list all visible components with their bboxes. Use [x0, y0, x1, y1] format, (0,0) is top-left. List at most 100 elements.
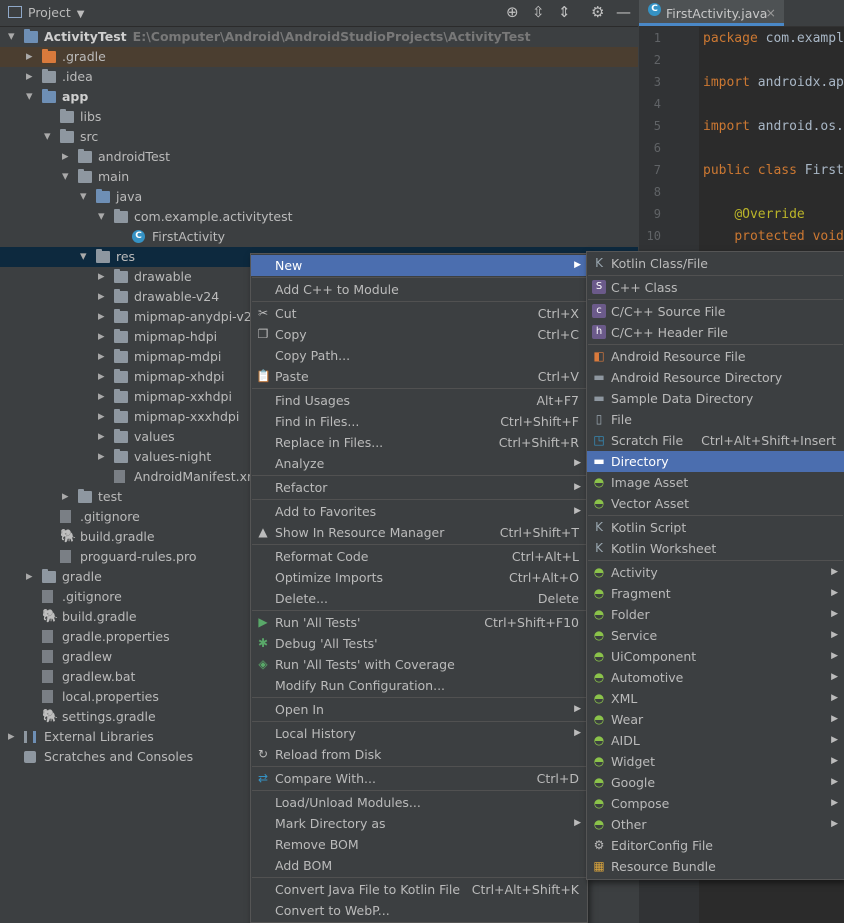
menu-item-kotlin-script[interactable]: K Kotlin Script	[587, 517, 844, 538]
chevron-right-icon[interactable]: ▸	[98, 327, 105, 347]
menu-item-add-c-to-module[interactable]: Add C++ to Module	[251, 279, 587, 300]
menu-item-other[interactable]: ◓ Other ▶	[587, 814, 844, 835]
menu-item-google[interactable]: ◓ Google ▶	[587, 772, 844, 793]
chevron-right-icon[interactable]: ▸	[26, 47, 33, 67]
tree-row[interactable]: ▾ com.example.activitytest	[0, 207, 638, 227]
menu-item-run-all-tests-with-coverage[interactable]: ◈ Run 'All Tests' with Coverage	[251, 654, 587, 675]
menu-item-show-in-resource-manager[interactable]: ▲ Show In Resource Manager Ctrl+Shift+T	[251, 522, 587, 543]
menu-item-c-c-source-file[interactable]: c C/C++ Source File	[587, 301, 844, 322]
tree-row[interactable]: C FirstActivity	[0, 227, 638, 247]
tree-row[interactable]: ▾ java	[0, 187, 638, 207]
menu-item-refactor[interactable]: Refactor ▶	[251, 477, 587, 498]
chevron-down-icon[interactable]: ▾	[80, 187, 87, 207]
chevron-right-icon[interactable]: ▸	[62, 487, 69, 507]
chevron-right-icon[interactable]: ▸	[98, 447, 105, 467]
menu-item-editorconfig-file[interactable]: ⚙ EditorConfig File	[587, 835, 844, 856]
menu-item-android-resource-directory[interactable]: ▬ Android Resource Directory	[587, 367, 844, 388]
chevron-right-icon[interactable]: ▸	[26, 567, 33, 587]
tree-row[interactable]: ▾ src	[0, 127, 638, 147]
chevron-down-icon[interactable]: ▾	[98, 207, 105, 227]
menu-item-wear[interactable]: ◓ Wear ▶	[587, 709, 844, 730]
chevron-right-icon[interactable]: ▸	[8, 727, 15, 747]
chevron-right-icon[interactable]: ▸	[26, 67, 33, 87]
menu-item-vector-asset[interactable]: ◓ Vector Asset	[587, 493, 844, 514]
tree-row[interactable]: ▾ app	[0, 87, 638, 107]
chevron-right-icon[interactable]: ▸	[98, 407, 105, 427]
chevron-right-icon[interactable]: ▸	[98, 427, 105, 447]
menu-item-remove-bom[interactable]: Remove BOM	[251, 834, 587, 855]
menu-item-file[interactable]: ▯ File	[587, 409, 844, 430]
menu-item-find-in-files[interactable]: Find in Files... Ctrl+Shift+F	[251, 411, 587, 432]
chevron-right-icon[interactable]: ▸	[98, 287, 105, 307]
chevron-down-icon[interactable]: ▾	[44, 127, 51, 147]
menu-item-cut[interactable]: ✂ Cut Ctrl+X	[251, 303, 587, 324]
chevron-down-icon[interactable]: ▾	[26, 87, 33, 107]
menu-item-copy-path[interactable]: Copy Path...	[251, 345, 587, 366]
locate-icon[interactable]: ⊕	[506, 3, 519, 21]
menu-item-service[interactable]: ◓ Service ▶	[587, 625, 844, 646]
chevron-down-icon[interactable]: ▾	[8, 27, 15, 47]
menu-item-directory[interactable]: ▬ Directory	[587, 451, 844, 472]
chevron-right-icon[interactable]: ▸	[98, 387, 105, 407]
editor-tab-firstactivity[interactable]: C FirstActivity.java ×	[639, 0, 784, 26]
project-view-selector[interactable]: Project ▼	[8, 5, 84, 20]
menu-item-resource-bundle[interactable]: ▦ Resource Bundle	[587, 856, 844, 877]
menu-item-reload-from-disk[interactable]: ↻ Reload from Disk	[251, 744, 587, 765]
tree-row[interactable]: ▾ ActivityTest E:\Computer\Android\Android…	[0, 27, 638, 47]
menu-item-folder[interactable]: ◓ Folder ▶	[587, 604, 844, 625]
menu-item-mark-directory-as[interactable]: Mark Directory as ▶	[251, 813, 587, 834]
tree-row[interactable]: ▸ .gradle	[0, 47, 638, 67]
menu-item-activity[interactable]: ◓ Activity ▶	[587, 562, 844, 583]
menu-item-convert-java-file-to-kotlin-file[interactable]: Convert Java File to Kotlin File Ctrl+Alt…	[251, 879, 587, 900]
menu-item-debug-all-tests[interactable]: ✱ Debug 'All Tests'	[251, 633, 587, 654]
menu-item-c-class[interactable]: S C++ Class	[587, 277, 844, 298]
menu-item-add-to-favorites[interactable]: Add to Favorites ▶	[251, 501, 587, 522]
menu-item-open-in[interactable]: Open In ▶	[251, 699, 587, 720]
tree-row[interactable]: ▸ androidTest	[0, 147, 638, 167]
menu-item-image-asset[interactable]: ◓ Image Asset	[587, 472, 844, 493]
menu-item-delete[interactable]: Delete... Delete	[251, 588, 587, 609]
menu-item-reformat-code[interactable]: Reformat Code Ctrl+Alt+L	[251, 546, 587, 567]
menu-item-uicomponent[interactable]: ◓ UiComponent ▶	[587, 646, 844, 667]
menu-item-kotlin-class-file[interactable]: K Kotlin Class/File	[587, 253, 844, 274]
chevron-right-icon[interactable]: ▸	[98, 347, 105, 367]
menu-item-scratch-file[interactable]: ◳ Scratch File Ctrl+Alt+Shift+Insert	[587, 430, 844, 451]
menu-item-c-c-header-file[interactable]: h C/C++ Header File	[587, 322, 844, 343]
tree-row[interactable]: libs	[0, 107, 638, 127]
menu-item-optimize-imports[interactable]: Optimize Imports Ctrl+Alt+O	[251, 567, 587, 588]
menu-item-modify-run-configuration[interactable]: Modify Run Configuration...	[251, 675, 587, 696]
chevron-right-icon[interactable]: ▸	[98, 267, 105, 287]
menu-item-convert-to-webp[interactable]: Convert to WebP...	[251, 900, 587, 921]
gear-icon[interactable]: ⚙	[591, 3, 604, 21]
tree-row[interactable]: ▾ main	[0, 167, 638, 187]
chevron-right-icon[interactable]: ▸	[98, 307, 105, 327]
chevron-down-icon[interactable]: ▾	[80, 247, 87, 267]
menu-item-add-bom[interactable]: Add BOM	[251, 855, 587, 876]
menu-item-android-resource-file[interactable]: ◧ Android Resource File	[587, 346, 844, 367]
menu-item-local-history[interactable]: Local History ▶	[251, 723, 587, 744]
menu-item-widget[interactable]: ◓ Widget ▶	[587, 751, 844, 772]
hide-icon[interactable]: —	[616, 3, 631, 21]
menu-item-analyze[interactable]: Analyze ▶	[251, 453, 587, 474]
menu-item-find-usages[interactable]: Find Usages Alt+F7	[251, 390, 587, 411]
menu-item-kotlin-worksheet[interactable]: K Kotlin Worksheet	[587, 538, 844, 559]
menu-item-automotive[interactable]: ◓ Automotive ▶	[587, 667, 844, 688]
menu-item-compare-with[interactable]: ⇄ Compare With... Ctrl+D	[251, 768, 587, 789]
chevron-down-icon[interactable]: ▾	[62, 167, 69, 187]
menu-item-replace-in-files[interactable]: Replace in Files... Ctrl+Shift+R	[251, 432, 587, 453]
menu-item-fragment[interactable]: ◓ Fragment ▶	[587, 583, 844, 604]
menu-item-paste[interactable]: 📋 Paste Ctrl+V	[251, 366, 587, 387]
menu-item-xml[interactable]: ◓ XML ▶	[587, 688, 844, 709]
collapse-all-icon[interactable]: ⇕	[558, 3, 571, 21]
chevron-right-icon[interactable]: ▸	[62, 147, 69, 167]
menu-item-load-unload-modules[interactable]: Load/Unload Modules...	[251, 792, 587, 813]
menu-item-aidl[interactable]: ◓ AIDL ▶	[587, 730, 844, 751]
close-icon[interactable]: ×	[766, 5, 776, 20]
tree-row[interactable]: ▸ .idea	[0, 67, 638, 87]
chevron-right-icon[interactable]: ▸	[98, 367, 105, 387]
menu-item-new[interactable]: New ▶	[251, 255, 587, 276]
menu-item-sample-data-directory[interactable]: ▬ Sample Data Directory	[587, 388, 844, 409]
menu-item-compose[interactable]: ◓ Compose ▶	[587, 793, 844, 814]
expand-all-icon[interactable]: ⇳	[532, 3, 545, 21]
menu-item-copy[interactable]: ❐ Copy Ctrl+C	[251, 324, 587, 345]
